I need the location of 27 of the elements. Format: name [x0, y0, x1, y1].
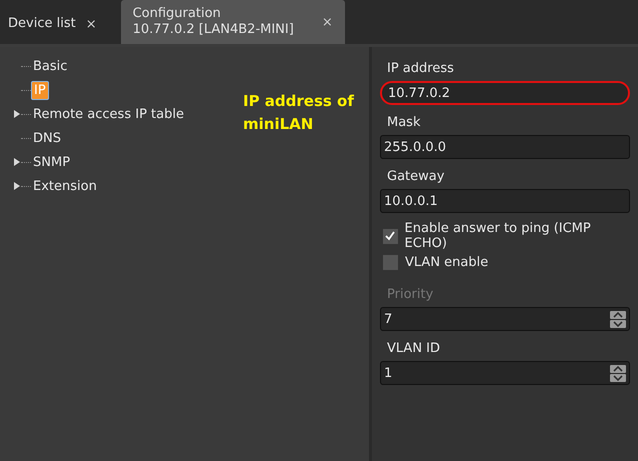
tab[interactable]: Configuration 10.77.0.2 [LAN4B2-MINI] × — [120, 0, 345, 44]
checkbox-label: VLAN enable — [405, 254, 488, 270]
expand-arrow-icon[interactable] — [14, 110, 20, 118]
checkbox-label: Enable answer to ping (ICMP ECHO) — [404, 221, 592, 251]
input-field[interactable]: 10.0.0.1 — [380, 189, 630, 213]
input-field[interactable]: 1 — [380, 361, 630, 385]
tree-item[interactable]: DNS — [31, 130, 63, 146]
input-field[interactable]: 255.0.0.0 — [380, 135, 630, 159]
tree-item[interactable]: Extension — [31, 178, 99, 194]
field-label: Gateway — [386, 169, 446, 184]
field-label: Priority — [386, 287, 434, 302]
spinner-icon[interactable] — [610, 364, 626, 382]
checkbox[interactable] — [383, 228, 398, 244]
tree-item[interactable]: Basic — [31, 58, 70, 74]
tree-item[interactable]: Remote access IP table — [31, 106, 186, 122]
annotation-text: IP address of miniLAN — [243, 91, 354, 135]
close-icon[interactable]: × — [322, 14, 333, 30]
field-label: IP address — [386, 61, 455, 76]
tab[interactable]: Device list × — [2, 4, 107, 44]
expand-arrow-icon[interactable] — [14, 182, 20, 190]
field-label: VLAN ID — [386, 341, 442, 356]
expand-arrow-icon[interactable] — [14, 158, 20, 166]
tree-item[interactable]: SNMP — [31, 154, 72, 170]
input-field[interactable]: 10.77.0.2 — [380, 81, 630, 105]
checkbox[interactable] — [383, 254, 398, 270]
field-label: Mask — [386, 115, 422, 130]
close-icon[interactable]: × — [86, 16, 97, 32]
